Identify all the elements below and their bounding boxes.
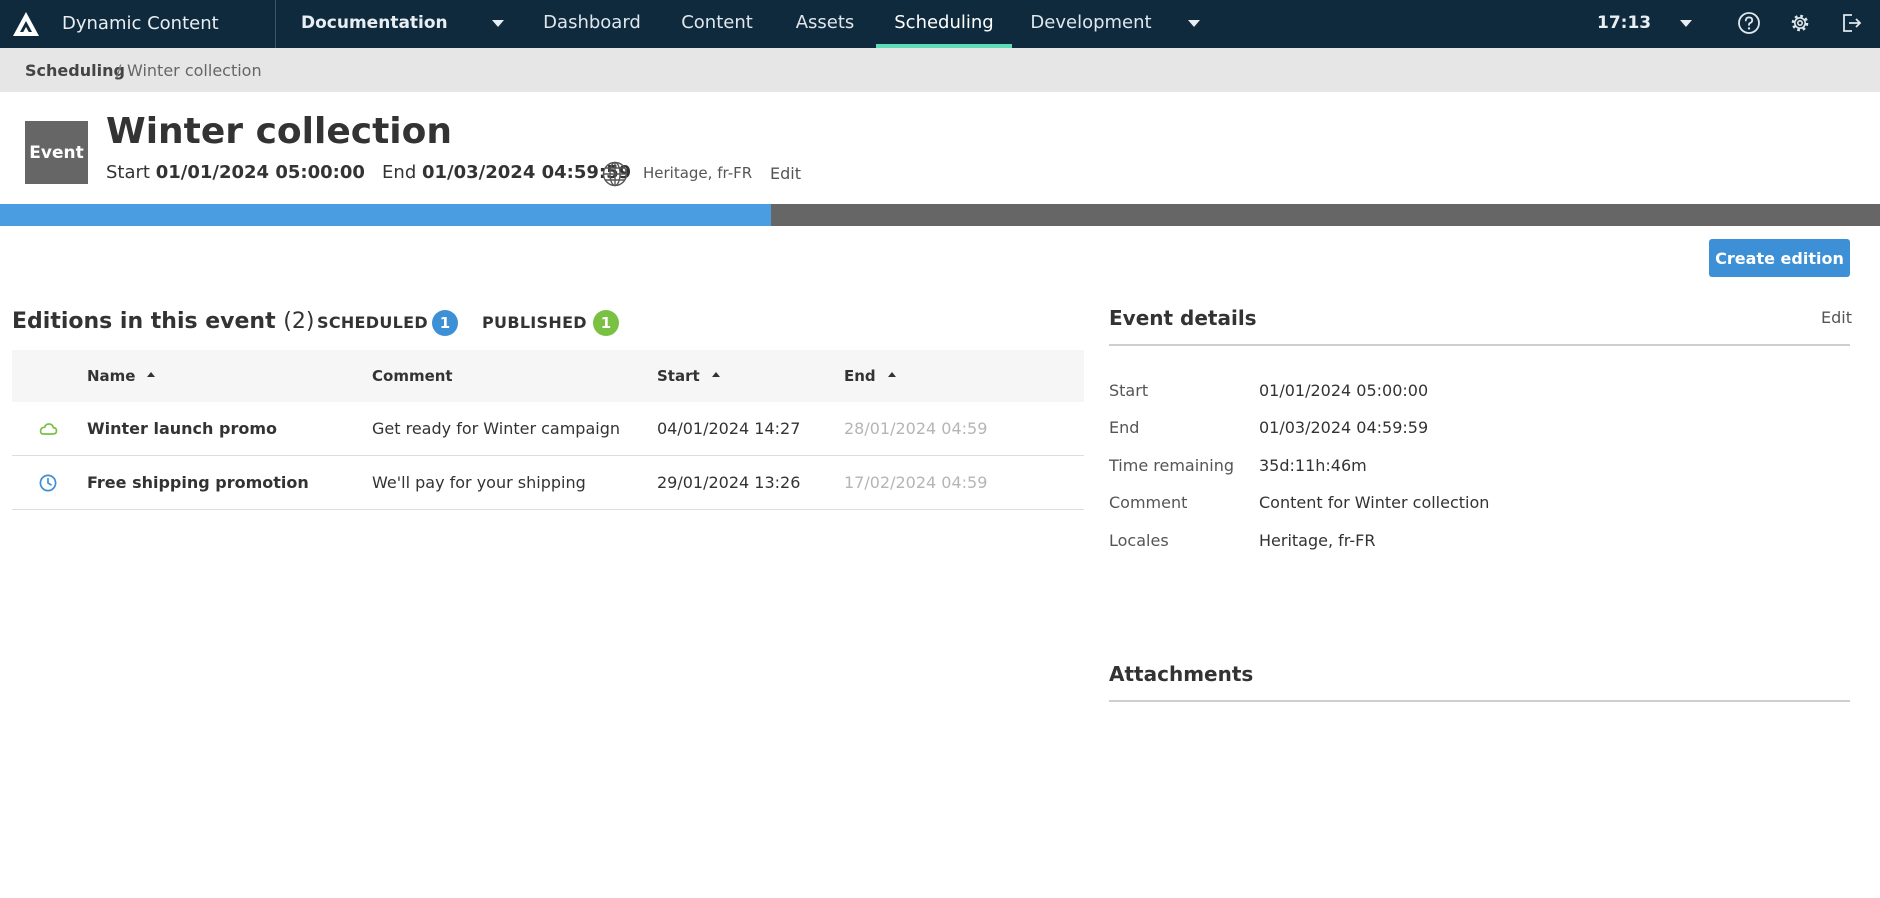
hub-selector[interactable]: Documentation xyxy=(301,13,448,33)
logout-icon[interactable] xyxy=(1838,10,1864,36)
editions-table: Name Comment Start End Winter launch pro… xyxy=(12,350,1084,510)
hub-chevron-down-icon[interactable] xyxy=(492,20,504,27)
detail-value: 01/01/2024 05:00:00 xyxy=(1259,381,1429,400)
edition-start: 04/01/2024 14:27 xyxy=(657,419,801,438)
scheduled-status-label[interactable]: SCHEDULED xyxy=(317,313,428,332)
detail-value: Heritage, fr-FR xyxy=(1259,531,1376,550)
event-dates: Start 01/01/2024 05:00:00 End 01/03/2024… xyxy=(106,162,631,183)
column-comment-label: Comment xyxy=(372,367,453,385)
nav-assets[interactable]: Assets xyxy=(790,0,860,48)
nav-content-label: Content xyxy=(681,12,753,33)
table-row[interactable]: Winter launch promo Get ready for Winter… xyxy=(12,402,1084,456)
edition-comment: We'll pay for your shipping xyxy=(372,473,586,492)
breadcrumb-scheduling-link[interactable]: Scheduling xyxy=(25,61,125,80)
nav-scheduling[interactable]: Scheduling xyxy=(876,0,1012,48)
edition-name[interactable]: Winter launch promo xyxy=(87,419,277,438)
event-badge: Event xyxy=(25,121,88,184)
event-details-title: Event details xyxy=(1109,306,1257,330)
clock-time[interactable]: 17:13 xyxy=(1597,13,1651,33)
help-icon[interactable] xyxy=(1736,10,1762,36)
breadcrumb-current: Winter collection xyxy=(127,61,262,80)
more-chevron-down-icon[interactable] xyxy=(1188,20,1200,27)
clock-chevron-down-icon[interactable] xyxy=(1680,20,1692,27)
editions-count: (2) xyxy=(283,309,315,334)
event-details-divider xyxy=(1109,344,1850,346)
nav-dashboard-label: Dashboard xyxy=(543,12,641,33)
nav-scheduling-label: Scheduling xyxy=(894,12,994,33)
header-edit-link[interactable]: Edit xyxy=(770,164,801,183)
globe-icon xyxy=(602,161,628,187)
app-title: Dynamic Content xyxy=(62,13,219,34)
table-header: Name Comment Start End xyxy=(12,350,1084,402)
nav-content[interactable]: Content xyxy=(677,0,757,48)
detail-label: Start xyxy=(1109,381,1149,400)
breadcrumb-separator: / xyxy=(116,61,122,80)
column-name-label: Name xyxy=(87,367,136,385)
column-start[interactable]: Start xyxy=(657,367,720,385)
editions-title: Editions in this event xyxy=(12,309,276,334)
cloud-icon xyxy=(39,423,58,435)
edition-end: 17/02/2024 04:59 xyxy=(844,473,988,492)
detail-value: 35d:11h:46m xyxy=(1259,456,1367,475)
column-comment[interactable]: Comment xyxy=(372,367,453,385)
column-end[interactable]: End xyxy=(844,367,896,385)
detail-label: Locales xyxy=(1109,531,1169,550)
column-end-label: End xyxy=(844,367,876,385)
clock-icon xyxy=(39,474,57,492)
detail-label: Time remaining xyxy=(1109,456,1235,475)
create-edition-button[interactable]: Create edition xyxy=(1709,239,1850,277)
nav-dashboard[interactable]: Dashboard xyxy=(541,0,643,48)
edition-end: 28/01/2024 04:59 xyxy=(844,419,988,438)
detail-value: Content for Winter collection xyxy=(1259,493,1490,512)
gear-icon[interactable] xyxy=(1787,10,1813,36)
end-label: End xyxy=(382,162,417,183)
nav-development-label: Development xyxy=(1030,12,1152,33)
sort-asc-icon xyxy=(147,372,156,377)
event-progress-fill xyxy=(0,204,771,226)
detail-value: 01/03/2024 04:59:59 xyxy=(1259,418,1429,437)
table-row[interactable]: Free shipping promotion We'll pay for yo… xyxy=(12,456,1084,510)
event-progress-bar xyxy=(0,204,1880,226)
scheduled-count-badge: 1 xyxy=(432,310,458,336)
event-details-edit-link[interactable]: Edit xyxy=(1821,308,1852,327)
top-navigation: Dynamic Content Documentation Dashboard … xyxy=(0,0,1880,48)
published-count-badge: 1 xyxy=(593,310,619,336)
edition-comment: Get ready for Winter campaign xyxy=(372,419,620,438)
attachments-divider xyxy=(1109,700,1850,702)
edition-name[interactable]: Free shipping promotion xyxy=(87,473,309,492)
logo-icon[interactable] xyxy=(12,10,40,38)
sort-asc-icon xyxy=(887,372,896,377)
edition-start: 29/01/2024 13:26 xyxy=(657,473,801,492)
published-status-label[interactable]: PUBLISHED xyxy=(482,313,587,332)
column-start-label: Start xyxy=(657,367,700,385)
header-locales: Heritage, fr-FR xyxy=(643,164,753,182)
end-value: 01/03/2024 04:59:59 xyxy=(422,162,632,183)
nav-assets-label: Assets xyxy=(795,12,855,33)
breadcrumb: Scheduling / Winter collection xyxy=(0,48,1880,92)
page-title: Winter collection xyxy=(106,111,453,152)
editions-heading: Editions in this event (2) xyxy=(12,309,314,334)
nav-development[interactable]: Development xyxy=(1030,0,1152,48)
nav-divider xyxy=(275,0,276,48)
sort-asc-icon xyxy=(711,372,720,377)
detail-label: Comment xyxy=(1109,493,1188,512)
detail-label: End xyxy=(1109,418,1140,437)
attachments-title: Attachments xyxy=(1109,662,1254,686)
start-value: 01/01/2024 05:00:00 xyxy=(155,162,365,183)
column-name[interactable]: Name xyxy=(87,367,156,385)
start-label: Start xyxy=(106,162,150,183)
